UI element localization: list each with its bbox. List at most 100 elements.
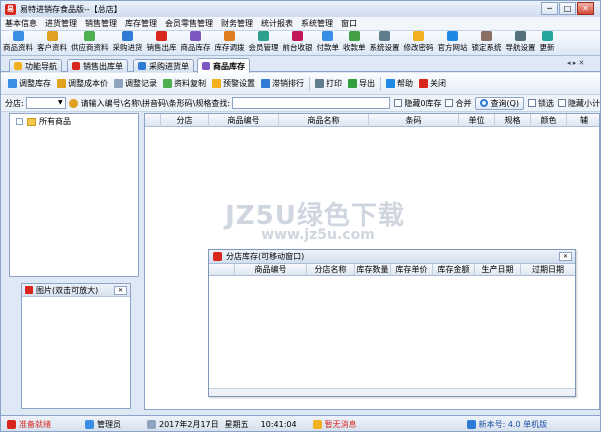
toolbar-button[interactable]: 付款单 (315, 31, 342, 55)
tree-expander[interactable] (16, 118, 23, 125)
query-icon (480, 99, 489, 107)
tab-scroll-controls[interactable]: ◂ ▸ ✕ (567, 59, 584, 67)
branch-stock-window[interactable]: 分店库存(可移动窗口) ✕ 商品编号 分店名称 库存数量 库存单价 库存金额 生… (208, 249, 576, 397)
tab-function-nav[interactable]: 功能导航 (9, 59, 62, 72)
grid-col-branch[interactable]: 分店 (161, 114, 209, 127)
grid-col-spec[interactable]: 规格 (495, 114, 531, 127)
fcol-branch[interactable]: 分店名称 (307, 264, 355, 276)
action-label: 滞销排行 (272, 79, 304, 88)
toolbar-button[interactable]: 商品资料 (1, 31, 35, 55)
action-label: 调整记录 (125, 79, 157, 88)
toolbar-button[interactable]: 商品库存 (179, 31, 213, 55)
branch-select[interactable]: ▼ (25, 97, 67, 109)
toolbar-button[interactable]: 销售出库 (145, 31, 179, 55)
menu-basic-info[interactable]: 基本信息 (1, 18, 41, 29)
grid-col-aux[interactable]: 辅 (567, 114, 599, 127)
grid-col-select[interactable] (145, 114, 161, 127)
action-label: 资料复制 (174, 79, 206, 88)
stock-action-button[interactable]: 调整记录 (111, 76, 160, 92)
close-icon[interactable]: ✕ (114, 286, 127, 295)
fcol-qty[interactable]: 库存数量 (355, 264, 391, 276)
toolbar-button[interactable]: 前台收银 (281, 31, 315, 55)
toolbar-icon (122, 31, 133, 41)
calendar-icon (147, 419, 156, 429)
watermark-url: www.jz5u.com (261, 227, 375, 243)
message-icon (312, 419, 322, 429)
close-icon[interactable]: ✕ (559, 252, 572, 261)
menu-sales[interactable]: 销售管理 (81, 18, 121, 29)
stock-action-button[interactable]: 打印 (312, 76, 345, 92)
query-button[interactable]: 查询(Q) (475, 96, 524, 110)
merge-checkbox[interactable]: 合并 (445, 98, 471, 109)
search-input[interactable] (232, 97, 391, 109)
status-icon (7, 419, 16, 429)
fcol-unit-price[interactable]: 库存单价 (391, 264, 433, 276)
menu-finance[interactable]: 财务管理 (217, 18, 257, 29)
stock-action-button[interactable]: 关闭 (416, 76, 449, 92)
branch-stock-header[interactable]: 分店库存(可移动窗口) ✕ (209, 250, 575, 264)
toolbar-button[interactable]: 客户资料 (35, 31, 69, 55)
fcol-expiry[interactable]: 过期日期 (521, 264, 575, 276)
branch-stock-grid-header: 商品编号 分店名称 库存数量 库存单价 库存金额 生产日期 过期日期 (209, 264, 575, 276)
tab-sales-outbound[interactable]: 销售出库单 (67, 59, 128, 72)
maximize-button[interactable]: □ (559, 2, 576, 15)
toolbar-button[interactable]: 会员管理 (247, 31, 281, 55)
tab-purchase-inbound[interactable]: 采购进货单 (133, 59, 194, 72)
menu-reports[interactable]: 统计报表 (257, 18, 297, 29)
action-icon (419, 79, 428, 88)
toolbar-button[interactable]: 官方网站 (436, 31, 470, 55)
grid-col-code[interactable]: 商品编号 (209, 114, 279, 127)
toolbar-icon (515, 31, 526, 41)
fcol-prod-date[interactable]: 生产日期 (475, 264, 521, 276)
toolbar-button[interactable]: 锁定系统 (470, 31, 504, 55)
toolbar-button[interactable]: 系统设置 (368, 31, 402, 55)
stock-icon (202, 62, 210, 70)
action-label: 帮助 (397, 79, 413, 88)
stock-action-button[interactable]: 帮助 (383, 76, 416, 92)
action-label: 调整库存 (19, 79, 51, 88)
stock-action-button[interactable]: 调整库存 (5, 76, 54, 92)
menu-purchase[interactable]: 进货管理 (41, 18, 81, 29)
toolbar-separator (380, 76, 381, 91)
toolbar-icon (322, 31, 334, 41)
grid-col-barcode[interactable]: 条码 (369, 114, 459, 127)
action-label: 关闭 (430, 79, 446, 88)
menu-member-retail[interactable]: 会员零售管理 (161, 18, 217, 29)
tab-product-stock[interactable]: 商品库存 (197, 58, 250, 73)
hide-zero-stock-checkbox[interactable]: 隐藏0库存 (394, 98, 441, 109)
fcol-amount[interactable]: 库存金额 (433, 264, 475, 276)
toolbar-button[interactable]: 更新 (538, 31, 557, 55)
menu-inventory[interactable]: 库存管理 (121, 18, 161, 29)
toolbar-label: 商品资料 (3, 43, 33, 52)
menu-window[interactable]: 窗口 (337, 18, 361, 29)
category-tree: 所有商品 (9, 113, 139, 277)
grid-col-name[interactable]: 商品名称 (279, 114, 369, 127)
grid-col-color[interactable]: 颜色 (531, 114, 567, 127)
toolbar-button[interactable]: 采购进货 (111, 31, 145, 55)
toolbar-button[interactable]: 库存调拨 (213, 31, 247, 55)
grid-col-unit[interactable]: 单位 (459, 114, 495, 127)
toolbar-icon (84, 31, 96, 41)
menu-system[interactable]: 系统管理 (297, 18, 337, 29)
toolbar-button[interactable]: 修改密码 (402, 31, 436, 55)
minimize-button[interactable]: ─ (541, 2, 558, 15)
toolbar-button[interactable]: 收款单 (341, 31, 368, 55)
hide-subtotal-checkbox[interactable]: 隐藏小计 (558, 98, 600, 109)
stock-action-button[interactable]: 调整成本价 (54, 76, 111, 92)
close-window-button[interactable]: ✕ (577, 2, 594, 15)
filter-bar: 分店: ▼ 请输入编号\名称\拼音码\条形码\规格查找: 隐藏0库存 合并 查询… (1, 95, 600, 112)
stock-action-button[interactable]: 滞销排行 (258, 76, 307, 92)
stock-action-button[interactable]: 导出 (345, 76, 378, 92)
horizontal-scrollbar[interactable] (209, 388, 575, 396)
fcol-code[interactable]: 商品编号 (235, 264, 307, 276)
image-panel-header: 图片(双击可放大) ✕ (22, 284, 130, 297)
tree-root-all-products[interactable]: 所有商品 (16, 116, 71, 127)
stock-action-button[interactable]: 资料复制 (160, 76, 209, 92)
app-small-icon (213, 252, 222, 261)
lock-select-checkbox[interactable]: 锁选 (528, 98, 554, 109)
status-message[interactable]: 暂无消息 (312, 419, 357, 430)
stock-action-button[interactable]: 预警设置 (209, 76, 258, 92)
grid-header: 分店 商品编号 商品名称 条码 单位 规格 颜色 辅 (145, 114, 599, 127)
toolbar-button[interactable]: 导航设置 (504, 31, 538, 55)
toolbar-button[interactable]: 供应商资料 (69, 31, 111, 55)
